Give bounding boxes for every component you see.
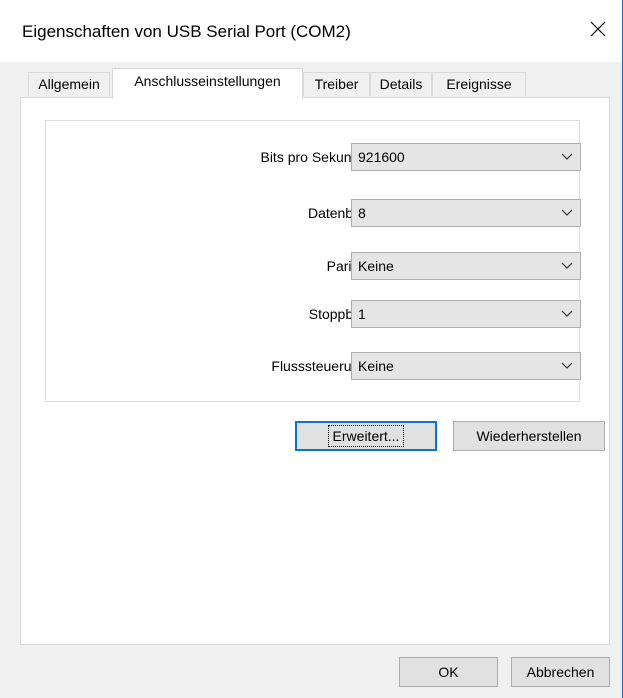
cancel-button[interactable]: Abbrechen — [511, 657, 610, 687]
tab-label: Treiber — [314, 76, 359, 92]
parity-value: Keine — [358, 258, 394, 274]
advanced-button[interactable]: Erweitert... — [295, 421, 437, 451]
chevron-down-icon — [560, 150, 574, 164]
tab-label: Allgemein — [38, 76, 100, 92]
tab-ereignisse[interactable]: Ereignisse — [432, 72, 526, 96]
properties-dialog: Eigenschaften von USB Serial Port (COM2)… — [0, 0, 623, 698]
databits-value: 8 — [358, 205, 366, 221]
chevron-down-icon — [560, 206, 574, 220]
flow-control-dropdown[interactable]: Keine — [351, 352, 581, 380]
advanced-button-label: Erweitert... — [327, 425, 405, 447]
tab-anschlusseinstellungen[interactable]: Anschlusseinstellungen — [112, 68, 303, 99]
databits-dropdown[interactable]: 8 — [351, 199, 581, 227]
cancel-button-label: Abbrechen — [526, 664, 595, 680]
chevron-down-icon — [560, 307, 574, 321]
restore-defaults-button[interactable]: Wiederherstellen — [453, 421, 605, 451]
tab-details[interactable]: Details — [370, 72, 432, 96]
tab-allgemein[interactable]: Allgemein — [28, 72, 110, 96]
stopbits-value: 1 — [358, 306, 366, 322]
tab-label: Details — [379, 76, 423, 92]
tab-panel: Bits pro Sekunde: 921600 Datenbits: 8 Pa… — [20, 97, 610, 645]
ok-button[interactable]: OK — [399, 657, 498, 687]
tab-treiber[interactable]: Treiber — [303, 72, 370, 96]
close-button[interactable] — [576, 12, 620, 48]
flow-control-value: Keine — [358, 358, 394, 374]
window-title: Eigenschaften von USB Serial Port (COM2) — [22, 22, 351, 41]
chevron-down-icon — [560, 359, 574, 373]
restore-button-label: Wiederherstellen — [476, 428, 582, 444]
chevron-down-icon — [560, 259, 574, 273]
baud-dropdown[interactable]: 921600 — [351, 143, 581, 171]
ok-button-label: OK — [438, 664, 459, 680]
stopbits-dropdown[interactable]: 1 — [351, 300, 581, 328]
parity-dropdown[interactable]: Keine — [351, 252, 581, 280]
tab-label: Ereignisse — [446, 76, 512, 92]
tab-label: Anschlusseinstellungen — [134, 73, 281, 89]
close-icon — [590, 21, 606, 40]
baud-value: 921600 — [358, 149, 405, 165]
title-bar: Eigenschaften von USB Serial Port (COM2) — [0, 0, 622, 62]
